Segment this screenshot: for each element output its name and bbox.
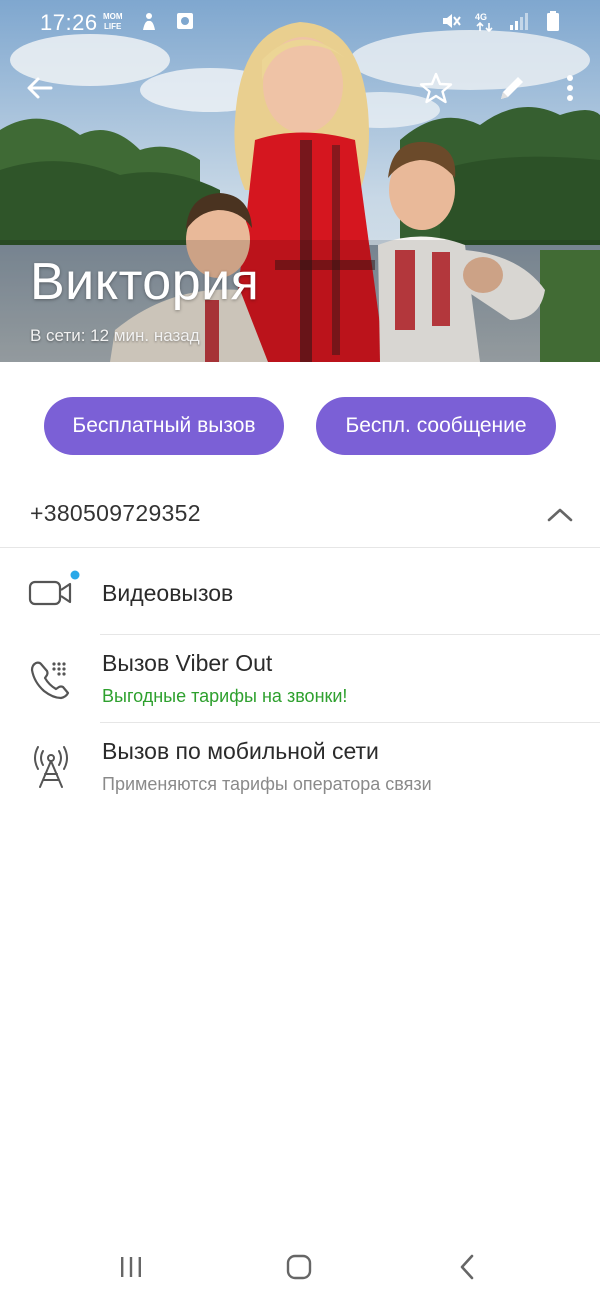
free-message-button[interactable]: Беспл. сообщение xyxy=(316,397,556,455)
phone-number-row[interactable]: +380509729352 xyxy=(0,488,600,546)
last-seen-status: В сети: 12 мин. назад xyxy=(30,326,200,345)
alert-app-icon xyxy=(138,10,160,32)
nav-back-button[interactable] xyxy=(445,1250,489,1284)
divider xyxy=(100,722,600,723)
navigation-bar xyxy=(0,1236,600,1299)
phone-number: +380509729352 xyxy=(30,500,201,526)
option-title: Вызов Viber Out xyxy=(102,650,273,676)
mute-icon xyxy=(440,10,462,32)
option-subtitle: Применяются тарифы оператора связи xyxy=(102,774,432,794)
status-time: 17:26 xyxy=(40,10,98,35)
free-call-button[interactable]: Бесплатный вызов xyxy=(44,397,284,455)
option-title: Видеовызов xyxy=(102,580,234,606)
mobile-call-option[interactable]: Вызов по мобильной сети Применяются тари… xyxy=(0,724,600,810)
divider xyxy=(0,547,600,548)
pencil-icon xyxy=(501,77,523,99)
video-call-option[interactable]: Видеовызов xyxy=(0,560,600,634)
notification-dot xyxy=(70,570,80,580)
nav-back-icon xyxy=(460,1254,474,1280)
contact-name: Виктория xyxy=(30,253,260,311)
profile-header-photo: 17:26 MOM LIFE 4G Виктория В сети: 12 ми… xyxy=(0,0,600,362)
back-arrow-icon xyxy=(27,77,53,99)
signal-icon xyxy=(508,10,530,32)
more-options-button[interactable] xyxy=(548,66,592,110)
gallery-app-icon xyxy=(174,10,196,32)
viber-out-option[interactable]: Вызов Viber Out Выгодные тарифы на звонк… xyxy=(0,636,600,722)
svg-text:LIFE: LIFE xyxy=(104,22,122,31)
back-button[interactable] xyxy=(18,66,62,110)
more-vert-icon xyxy=(567,75,573,101)
divider xyxy=(100,634,600,635)
antenna-icon xyxy=(28,744,74,790)
phone-keypad-icon xyxy=(28,656,74,702)
battery-icon xyxy=(542,10,564,32)
star-icon xyxy=(419,72,453,104)
option-subtitle: Выгодные тарифы на звонки! xyxy=(102,686,348,706)
app-bar xyxy=(0,60,600,116)
option-title: Вызов по мобильной сети xyxy=(102,738,379,764)
svg-text:MOM: MOM xyxy=(103,12,123,21)
home-button[interactable] xyxy=(277,1250,321,1284)
home-icon xyxy=(286,1254,312,1280)
recents-icon xyxy=(121,1257,141,1277)
momlife-app-icon: MOM LIFE xyxy=(102,10,124,32)
recents-button[interactable] xyxy=(109,1250,153,1284)
status-bar: 17:26 MOM LIFE 4G xyxy=(0,0,600,44)
video-camera-icon xyxy=(28,570,80,616)
4g-data-icon: 4G xyxy=(474,10,496,33)
svg-text:4G: 4G xyxy=(475,12,487,22)
chevron-up-icon xyxy=(547,508,573,522)
collapse-button[interactable] xyxy=(540,496,580,532)
edit-button[interactable] xyxy=(490,66,534,110)
favorite-button[interactable] xyxy=(414,66,458,110)
